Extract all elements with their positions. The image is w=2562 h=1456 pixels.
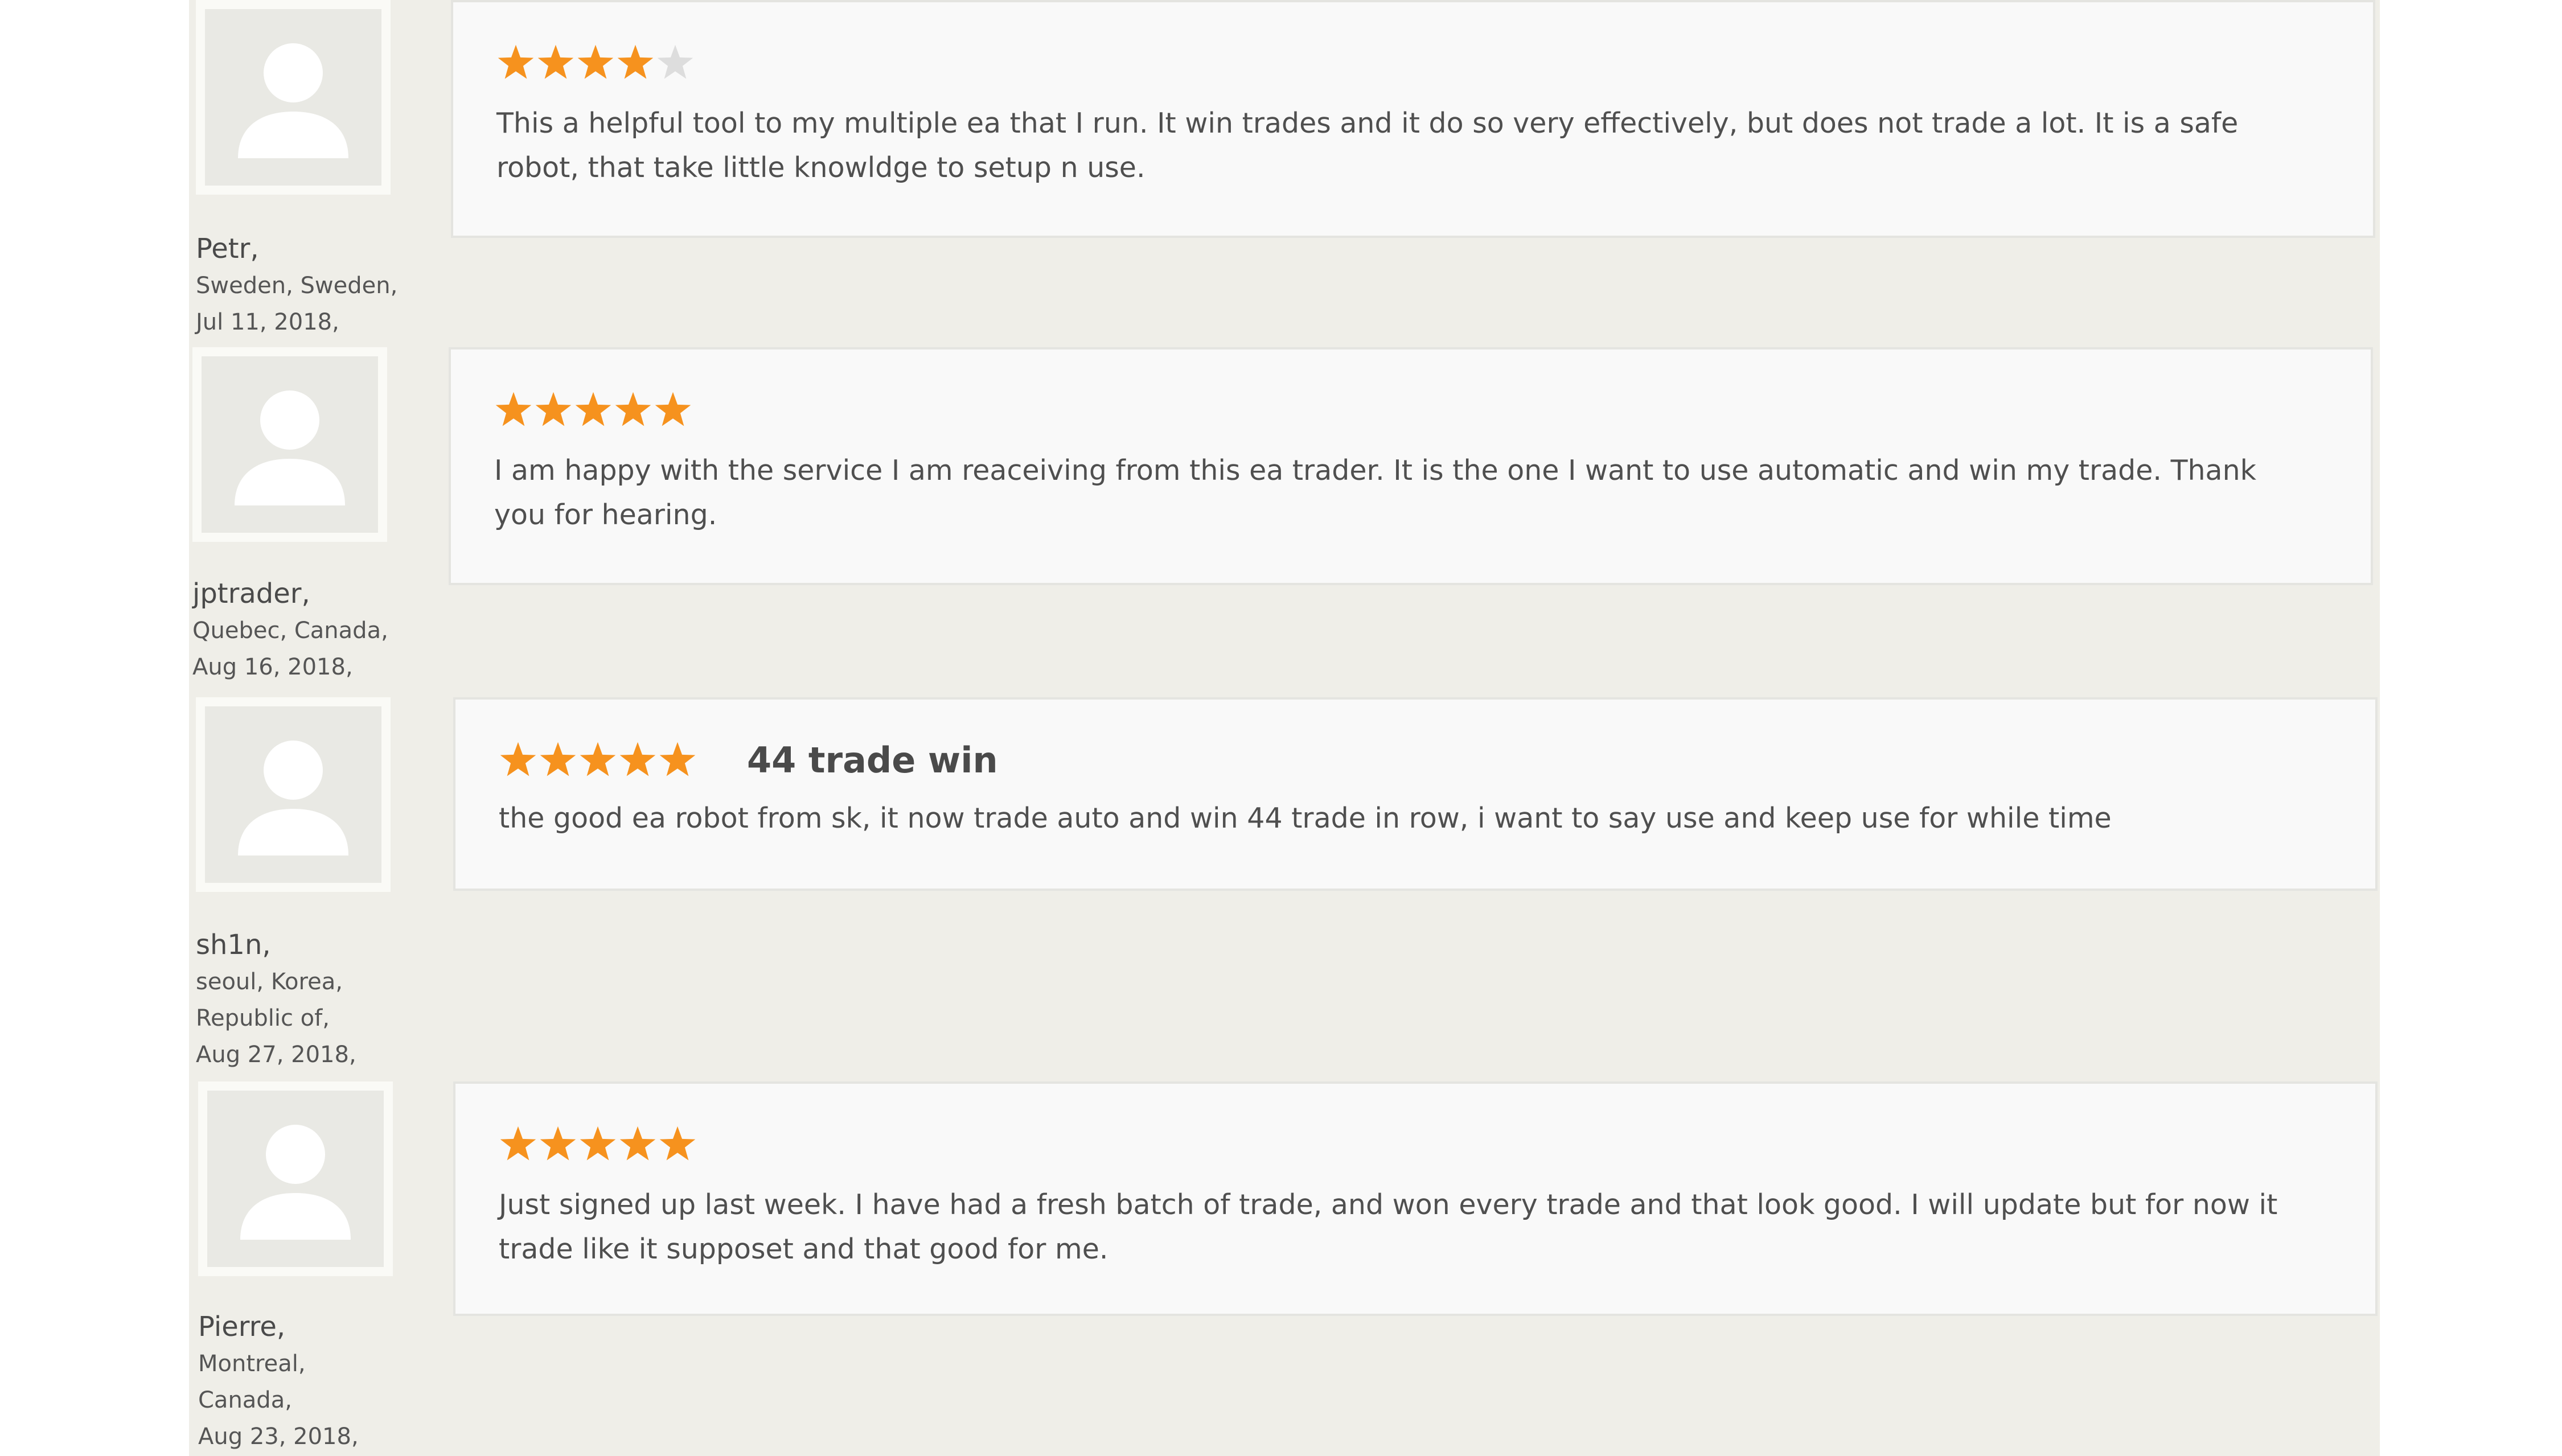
reviewer-avatar [196, 0, 391, 195]
star-rating [494, 390, 692, 430]
star-filled-icon [499, 1125, 537, 1163]
reviewer-name: sh1n, [196, 929, 271, 961]
review-card: I am happy with the service I am reaceiv… [449, 347, 2373, 585]
star-filled-icon [539, 1125, 577, 1163]
reviewer-meta: Pierre, Montreal, Canada, Aug 23, 2018, [198, 1308, 414, 1455]
reviews-page: Petr, Sweden, Sweden, Jul 11, 2018, This… [0, 0, 2562, 1456]
reviewer-region: Canada, [198, 1387, 292, 1413]
reviewer-meta: Petr, Sweden, Sweden, Jul 11, 2018, [196, 230, 412, 340]
star-filled-icon [499, 741, 537, 779]
star-filled-icon [618, 741, 657, 779]
star-filled-icon [616, 43, 655, 82]
star-filled-icon [658, 1125, 697, 1163]
review-text: This a helpful tool to my multiple ea th… [496, 107, 2239, 184]
review-text: the good ea robot from sk, it now trade … [499, 802, 2112, 834]
reviewer-avatar [192, 347, 387, 542]
star-empty-icon [656, 43, 695, 82]
reviewer-location: Sweden, Sweden, [196, 273, 398, 299]
star-filled-icon [576, 43, 615, 82]
review-text: I am happy with the service I am reaceiv… [494, 454, 2257, 531]
reviewer-meta: jptrader, Quebec, Canada, Aug 16, 2018, [192, 575, 409, 685]
star-filled-icon [496, 43, 535, 82]
reviewer-meta: sh1n, seoul, Korea, Republic of, Aug 27,… [196, 926, 412, 1073]
reviewer-region: Republic of, [196, 1005, 330, 1031]
star-filled-icon [536, 43, 575, 82]
review-item: Pierre, Montreal, Canada, Aug 23, 2018, … [189, 1081, 2380, 1456]
review-card: This a helpful tool to my multiple ea th… [451, 0, 2375, 238]
review-item: sh1n, seoul, Korea, Republic of, Aug 27,… [189, 697, 2380, 1079]
review-date: Aug 16, 2018, [192, 654, 353, 680]
star-filled-icon [618, 1125, 657, 1163]
star-rating [496, 43, 695, 83]
review-date: Jul 11, 2018, [196, 309, 339, 335]
reviewer-name: jptrader, [192, 578, 310, 610]
reviewer-name: Pierre, [198, 1311, 286, 1343]
review-card: Just signed up last week. I have had a f… [453, 1081, 2378, 1316]
star-filled-icon [658, 741, 697, 779]
reviewer-location: seoul, Korea, [196, 969, 343, 995]
review-text: Just signed up last week. I have had a f… [499, 1188, 2278, 1265]
reviewer-avatar [198, 1081, 393, 1276]
review-item: Petr, Sweden, Sweden, Jul 11, 2018, This… [189, 0, 2380, 342]
star-filled-icon [494, 390, 533, 429]
reviewer-avatar [196, 697, 391, 892]
reviewer-location: Montreal, [198, 1351, 306, 1377]
review-date: Aug 23, 2018, [198, 1424, 359, 1450]
star-filled-icon [534, 390, 573, 429]
review-headline: 44 trade win [747, 739, 998, 781]
reviewer-location: Quebec, Canada, [192, 618, 388, 644]
reviewer-name: Petr, [196, 233, 259, 265]
star-filled-icon [539, 741, 577, 779]
star-filled-icon [578, 741, 617, 779]
review-date: Aug 27, 2018, [196, 1042, 356, 1068]
star-filled-icon [574, 390, 613, 429]
review-item: jptrader, Quebec, Canada, Aug 16, 2018, … [189, 347, 2380, 694]
star-rating [499, 741, 697, 780]
review-card: 44 trade win the good ea robot from sk, … [453, 697, 2378, 891]
star-filled-icon [614, 390, 652, 429]
star-rating [499, 1125, 697, 1165]
star-filled-icon [578, 1125, 617, 1163]
star-filled-icon [654, 390, 692, 429]
